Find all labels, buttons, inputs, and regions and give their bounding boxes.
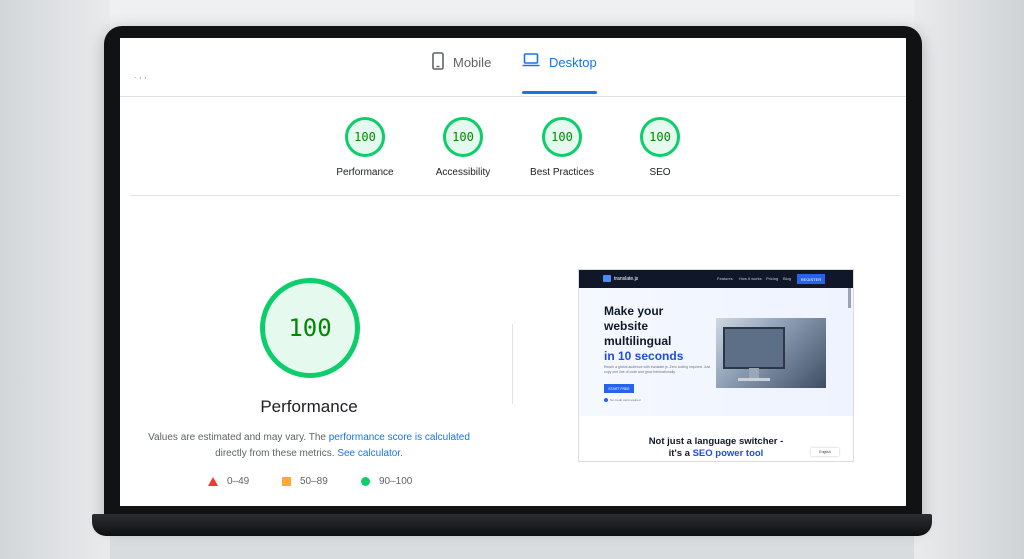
tab-mobile-label: Mobile [453,55,492,70]
site-headline: Make your website multilingual in 10 sec… [604,304,724,364]
site-logo: translate.js [603,275,638,282]
category-gauges: 100 Performance 100 Accessibility 100 Be… [130,97,900,196]
performance-score-link[interactable]: performance score is calculated [329,432,470,443]
tab-desktop-label: Desktop [549,55,597,70]
gauge-score: 100 [640,117,680,157]
computer-illustration [723,327,785,381]
gauge-score: 100 [542,117,582,157]
site-nav-link: Blog [783,276,792,281]
red-triangle-icon [208,477,218,486]
background-right [914,0,1024,559]
section-title-highlight: SEO power tool [692,448,764,459]
logo-text: translate.js [614,275,639,282]
section-title-line: it's a [668,448,690,459]
site-note-text: No credit card required [610,398,641,402]
site-subtext: Reach a global audience with translate.j… [604,365,711,374]
gauge-label: Performance [336,167,394,178]
section-title-line: Not just a language switcher - [648,436,784,447]
headline-line: website [604,319,649,333]
gauge-label: Best Practices [530,167,594,178]
see-calculator-link[interactable]: See calculator. [337,448,403,459]
legend-range: 90–100 [379,476,413,487]
performance-title: Performance [260,397,358,416]
legend-range: 50–89 [300,476,328,487]
legend-pass: 90–100 [361,476,412,487]
orange-square-icon [282,477,291,486]
laptop-base [92,514,932,536]
final-screenshot-thumbnail: translate.js Features How it works Prici… [578,269,854,462]
check-icon [604,398,608,403]
laptop-icon [522,52,540,71]
headline-line: Make your [604,304,664,318]
gauge-label: SEO [649,167,671,178]
gauge-performance[interactable]: 100 Performance [315,117,415,178]
tab-mobile[interactable]: Mobile [432,52,491,94]
green-circle-icon [361,477,370,486]
gauge-score: 100 [345,117,385,157]
site-nav-link: Features [717,276,733,281]
logo-icon [603,275,611,282]
gauge-label: Accessibility [435,167,491,178]
site-hero-image [716,318,826,388]
legend-range: 0–49 [227,476,250,487]
site-nav-link: How it works [739,276,762,281]
mobile-phone-icon [432,52,444,73]
site-register-button: REGISTER [797,274,825,284]
description-text: directly from these metrics. [215,448,338,459]
performance-score-gauge: 100 [260,278,360,378]
gauge-seo[interactable]: 100 SEO [610,117,710,178]
headline-line: multilingual [604,334,672,348]
gauge-score: 100 [443,117,483,157]
device-tabs: Mobile Desktop [120,38,906,97]
performance-description: Values are estimated and may vary. The p… [140,430,478,462]
site-nav-link: Pricing [766,276,779,281]
tab-desktop[interactable]: Desktop [522,52,597,94]
legend-fail: 0–49 [208,476,249,487]
gauge-accessibility[interactable]: 100 Accessibility [413,117,513,178]
site-navbar: translate.js Features How it works Prici… [579,270,853,288]
legend-average: 50–89 [282,476,328,487]
site-language-switcher: English [811,448,839,456]
description-text: Values are estimated and may vary. The [148,432,329,443]
background-left [0,0,110,559]
gauge-best-practices[interactable]: 100 Best Practices [512,117,612,178]
site-start-button: START FREE [604,384,634,393]
thumbnail-scrollbar [848,288,851,308]
site-note: No credit card required [604,398,641,403]
pagespeed-report: . , , Mobile Desktop 100 Performance 100… [120,38,906,506]
headline-line: in 10 seconds [604,349,684,363]
section-divider [512,324,513,404]
